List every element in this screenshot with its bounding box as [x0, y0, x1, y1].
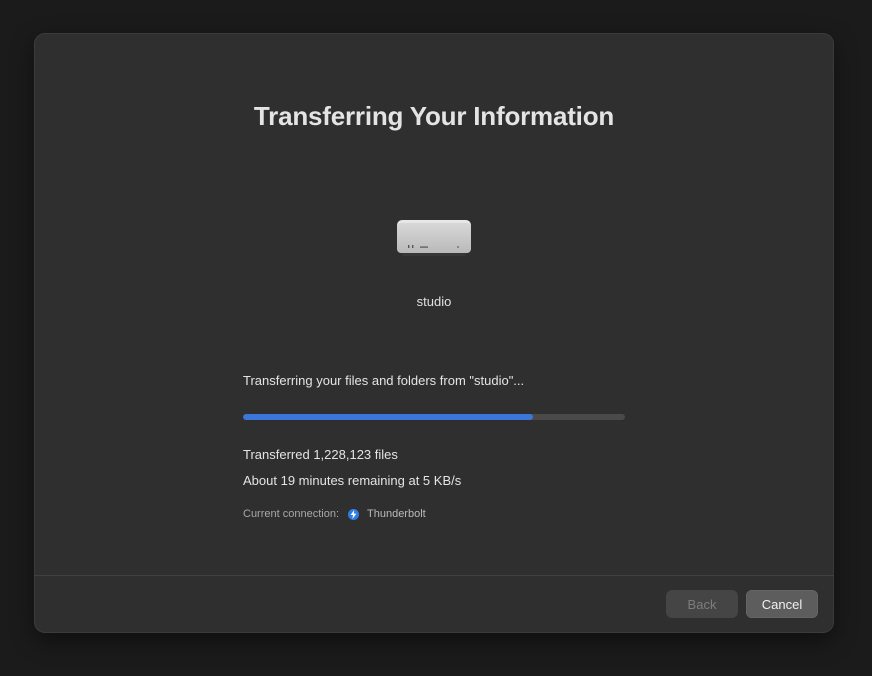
- mac-studio-icon: [396, 219, 472, 259]
- back-button[interactable]: Back: [666, 590, 738, 618]
- progress-bar: [243, 414, 625, 420]
- connection-type: Thunderbolt: [367, 508, 426, 520]
- page-title: Transferring Your Information: [253, 101, 615, 131]
- transferred-count: Transferred 1,228,123 files: [243, 447, 398, 462]
- thunderbolt-icon: [348, 508, 359, 520]
- migration-assistant-window: Transferring Your Information studio Tra…: [34, 33, 834, 633]
- connection-info: Current connection: Thunderbolt: [243, 508, 426, 520]
- time-remaining: About 19 minutes remaining at 5 KB/s: [243, 473, 462, 488]
- cancel-button[interactable]: Cancel: [746, 590, 818, 618]
- progress-bar-fill: [243, 414, 534, 420]
- device-name: studio: [416, 294, 452, 309]
- connection-label: Current connection:: [243, 508, 339, 520]
- footer-divider: [34, 575, 834, 576]
- transfer-status-text: Transferring your files and folders from…: [243, 373, 525, 388]
